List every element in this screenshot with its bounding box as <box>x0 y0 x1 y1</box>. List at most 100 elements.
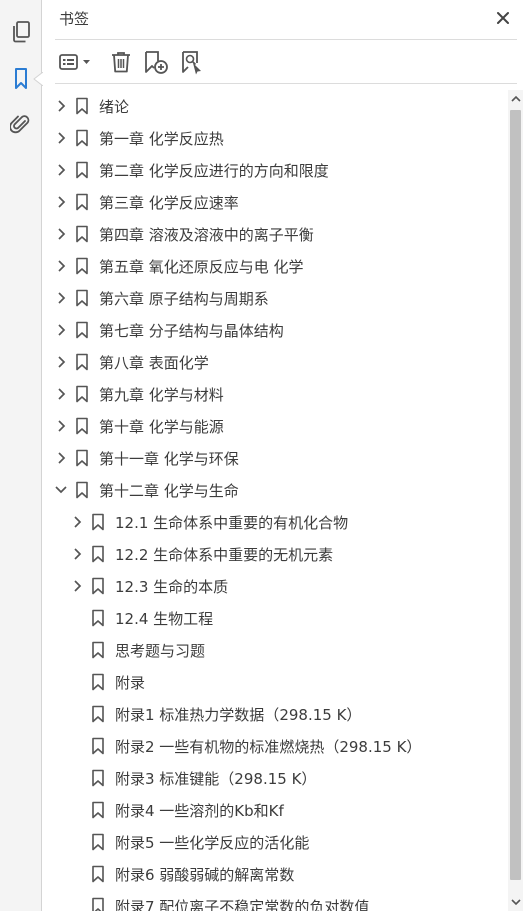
scroll-down-button[interactable] <box>508 893 523 911</box>
bookmark-icon <box>75 481 89 499</box>
bookmark-label: 附录 <box>115 674 146 692</box>
chevron-down-icon[interactable] <box>55 483 67 497</box>
bookmark-label: 附录3 标准键能（298.15 K） <box>115 770 317 788</box>
bookmark-item[interactable]: 附录6 弱酸弱碱的解离常数 <box>43 858 507 890</box>
chevron-down-icon <box>510 899 521 906</box>
chevron-right-icon[interactable] <box>55 419 67 433</box>
bookmark-icon <box>75 161 89 179</box>
bookmark-item[interactable]: 第一章 化学反应热 <box>43 122 507 154</box>
bookmark-item[interactable]: 附录2 一些有机物的标准燃烧热（298.15 K） <box>43 730 507 762</box>
chevron-right-icon[interactable] <box>71 515 83 529</box>
bookmark-icon <box>91 545 105 563</box>
bookmark-label: 第六章 原子结构与周期系 <box>99 290 269 308</box>
bookmark-label: 附录1 标准热力学数据（298.15 K） <box>115 706 362 724</box>
bookmark-label: 第八章 表面化学 <box>99 354 209 372</box>
bookmark-icon <box>91 865 105 883</box>
active-panel-indicator <box>33 72 43 86</box>
page-thumbnails-button[interactable] <box>7 18 35 46</box>
bookmark-item[interactable]: 12.2 生命体系中重要的无机元素 <box>43 538 507 570</box>
bookmark-icon <box>91 833 105 851</box>
chevron-right-icon[interactable] <box>71 579 83 593</box>
bookmark-item[interactable]: 附录5 一些化学反应的活化能 <box>43 826 507 858</box>
bookmark-item[interactable]: 绪论 <box>43 90 507 122</box>
bookmark-label: 附录6 弱酸弱碱的解离常数 <box>115 866 295 884</box>
bookmark-item[interactable]: 附录3 标准键能（298.15 K） <box>43 762 507 794</box>
bookmark-label: 第四章 溶液及溶液中的离子平衡 <box>99 226 314 244</box>
chevron-right-icon[interactable] <box>55 259 67 273</box>
options-menu-icon <box>59 54 90 70</box>
bookmark-item[interactable]: 第三章 化学反应速率 <box>43 186 507 218</box>
bookmark-label: 思考题与习题 <box>115 642 206 660</box>
bookmark-label: 12.3 生命的本质 <box>115 578 229 596</box>
bookmark-item[interactable]: 第十一章 化学与环保 <box>43 442 507 474</box>
bookmark-item[interactable]: 第二章 化学反应进行的方向和限度 <box>43 154 507 186</box>
chevron-right-icon[interactable] <box>55 163 67 177</box>
paperclip-icon <box>10 115 30 134</box>
bookmark-label: 第二章 化学反应进行的方向和限度 <box>99 162 329 180</box>
bookmark-item[interactable]: 第十章 化学与能源 <box>43 410 507 442</box>
delete-bookmark-button[interactable] <box>109 49 133 75</box>
attachments-panel-button[interactable] <box>7 110 35 138</box>
bookmark-icon <box>91 705 105 723</box>
bookmark-item[interactable]: 附录 <box>43 666 507 698</box>
bookmark-label: 绪论 <box>99 98 130 116</box>
find-current-bookmark-button[interactable] <box>179 49 205 75</box>
chevron-right-icon[interactable] <box>55 227 67 241</box>
scroll-up-button[interactable] <box>508 90 523 108</box>
bookmark-icon <box>91 737 105 755</box>
chevron-right-icon[interactable] <box>55 355 67 369</box>
bookmark-item[interactable]: 12.3 生命的本质 <box>43 570 507 602</box>
bookmarks-panel-button[interactable] <box>7 65 35 93</box>
bookmark-item[interactable]: 附录7 配位离子不稳定常数的负对数值 <box>43 890 507 911</box>
bookmark-item[interactable]: 第六章 原子结构与周期系 <box>43 282 507 314</box>
bookmark-icon <box>75 225 89 243</box>
chevron-right-icon[interactable] <box>55 323 67 337</box>
bookmark-icon <box>75 289 89 307</box>
bookmark-item[interactable]: 12.1 生命体系中重要的有机化合物 <box>43 506 507 538</box>
bookmark-item[interactable]: 附录1 标准热力学数据（298.15 K） <box>43 698 507 730</box>
bookmark-icon <box>91 609 105 627</box>
chevron-right-icon[interactable] <box>71 547 83 561</box>
bookmarks-icon <box>15 68 27 89</box>
bookmark-label: 第十二章 化学与生命 <box>99 482 239 500</box>
bookmark-item[interactable]: 第七章 分子结构与晶体结构 <box>43 314 507 346</box>
chevron-right-icon[interactable] <box>55 195 67 209</box>
bookmark-item[interactable]: 第八章 表面化学 <box>43 346 507 378</box>
chevron-right-icon[interactable] <box>55 387 67 401</box>
panel-header: 书签 <box>55 0 517 40</box>
chevron-right-icon[interactable] <box>55 451 67 465</box>
bookmark-label: 第十一章 化学与环保 <box>99 450 239 468</box>
bookmark-icon <box>75 385 89 403</box>
bookmarks-panel: 书签 绪论 第一章 化学反应热 第二章 化学反应进行的方向和限度 第三章 化学反… <box>43 0 525 911</box>
chevron-up-icon <box>510 95 521 102</box>
chevron-right-icon[interactable] <box>55 99 67 113</box>
bookmark-icon <box>75 353 89 371</box>
bookmark-item[interactable]: 第十二章 化学与生命 <box>43 474 507 506</box>
bookmark-icon <box>75 449 89 467</box>
bookmark-item[interactable]: 第五章 氧化还原反应与电 化学 <box>43 250 507 282</box>
pages-icon <box>13 21 30 43</box>
bookmark-icon <box>91 577 105 595</box>
find-current-bookmark-icon <box>182 51 201 75</box>
bookmark-label: 第一章 化学反应热 <box>99 130 224 148</box>
bookmark-item[interactable]: 第九章 化学与材料 <box>43 378 507 410</box>
vertical-scrollbar[interactable] <box>508 90 523 911</box>
new-bookmark-icon <box>145 51 168 74</box>
bookmark-icon <box>75 97 89 115</box>
chevron-right-icon[interactable] <box>55 131 67 145</box>
bookmark-icon <box>75 417 89 435</box>
bookmark-item[interactable]: 第四章 溶液及溶液中的离子平衡 <box>43 218 507 250</box>
bookmark-item[interactable]: 12.4 生物工程 <box>43 602 507 634</box>
bookmark-item[interactable]: 附录4 一些溶剂的Kb和Kf <box>43 794 507 826</box>
bookmark-label: 12.1 生命体系中重要的有机化合物 <box>115 514 349 532</box>
chevron-right-icon[interactable] <box>55 291 67 305</box>
close-icon[interactable] <box>495 10 511 26</box>
bookmark-icon <box>75 129 89 147</box>
new-bookmark-button[interactable] <box>143 49 169 75</box>
bookmark-label: 附录4 一些溶剂的Kb和Kf <box>115 802 284 820</box>
options-menu-button[interactable] <box>57 49 95 75</box>
bookmark-item[interactable]: 思考题与习题 <box>43 634 507 666</box>
bookmark-label: 12.2 生命体系中重要的无机元素 <box>115 546 334 564</box>
navigation-rail <box>0 0 43 911</box>
scrollbar-thumb[interactable] <box>510 110 521 880</box>
